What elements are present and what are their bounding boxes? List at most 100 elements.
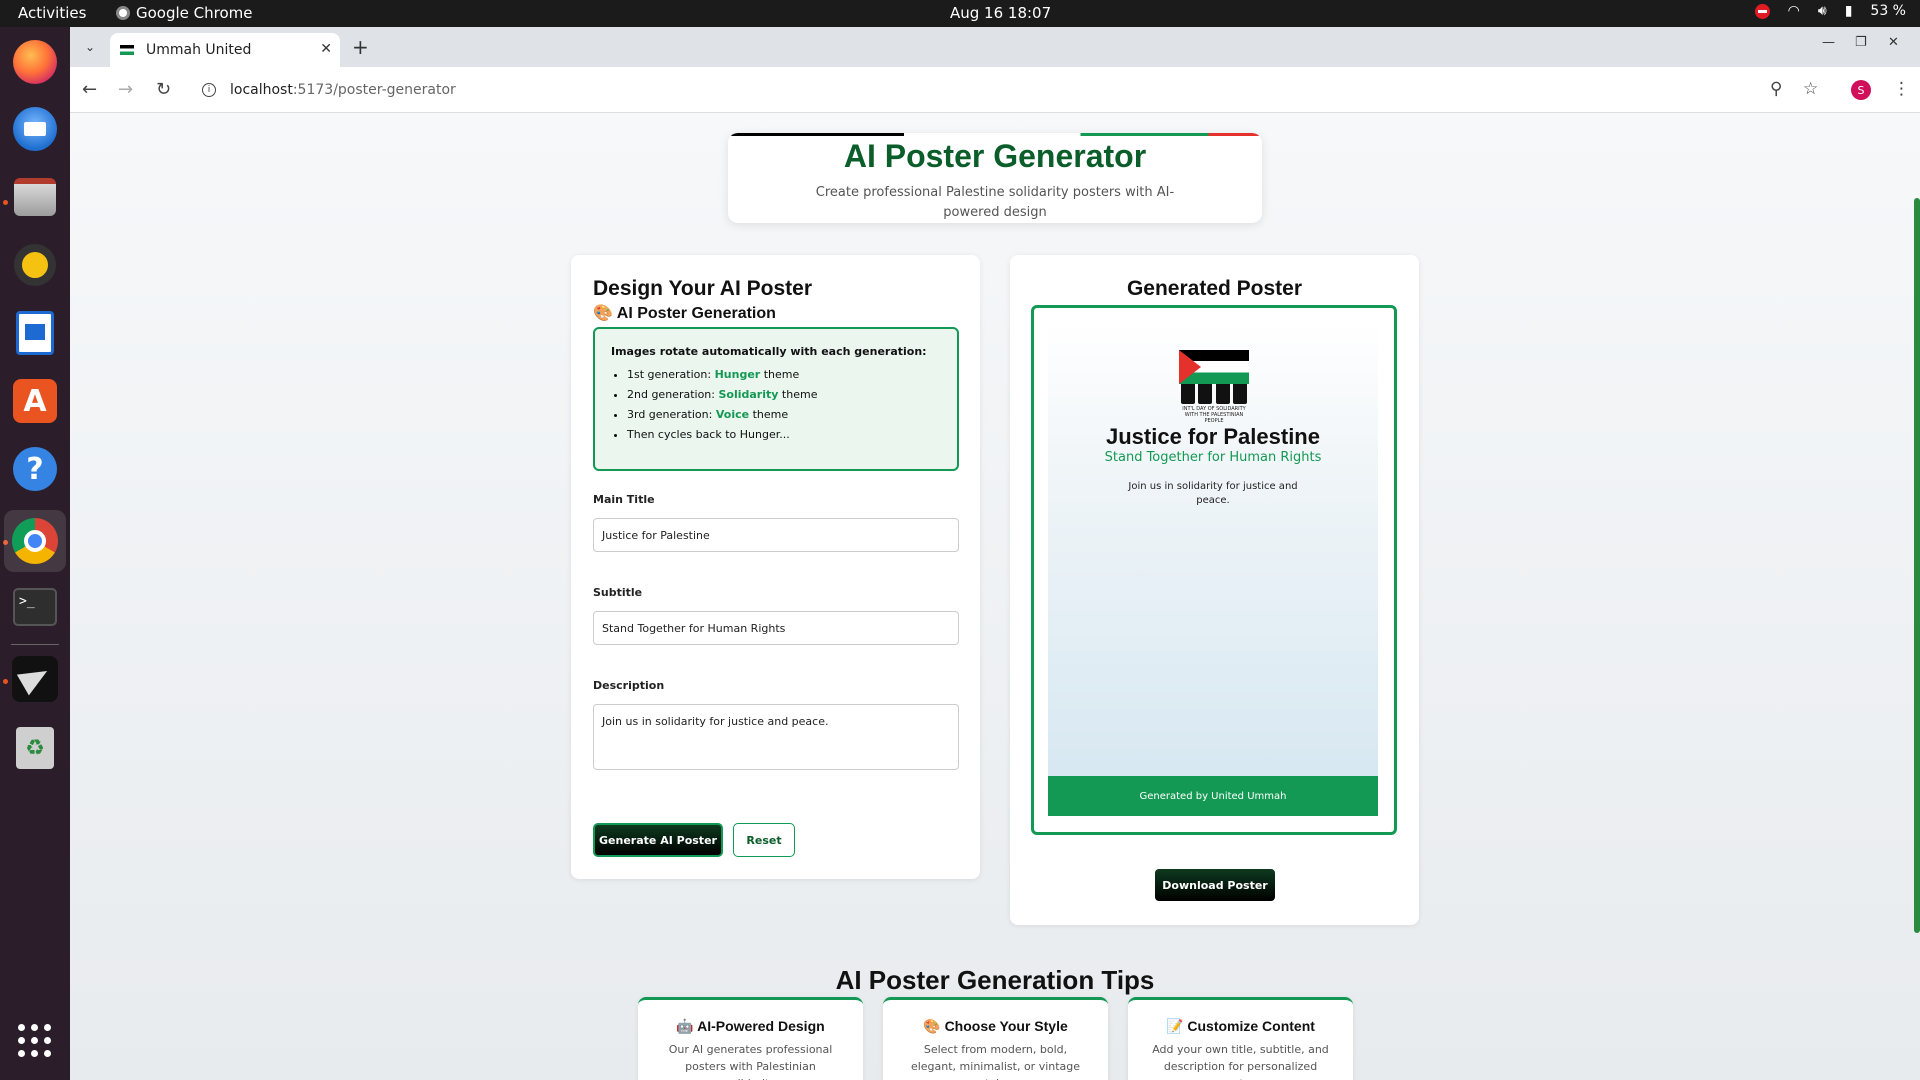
files-icon — [14, 178, 56, 216]
dock-trash[interactable]: ♻ — [11, 724, 59, 772]
dock: A ? >_ ♻ — [0, 27, 70, 1080]
maximize-button[interactable]: ❐ — [1855, 35, 1867, 50]
solidarity-image: INT'L DAY OF SOLIDARITY WITH THE PALESTI… — [1179, 350, 1249, 424]
subtitle-input[interactable]: Stand Together for Human Rights — [593, 611, 959, 645]
form-actions: Generate AI Poster Reset — [593, 823, 795, 857]
menu-icon[interactable]: ⋮ — [1893, 79, 1910, 99]
tip-text: Select from modern, bold, elegant, minim… — [910, 1043, 1081, 1080]
header-card: AI Poster Generator Create professional … — [728, 133, 1262, 223]
browser-toolbar: ← → ↻ i localhost:5173/poster-generator … — [70, 67, 1920, 113]
poster-preview: INT'L DAY OF SOLIDARITY WITH THE PALESTI… — [1048, 322, 1378, 816]
app-name: Google Chrome — [136, 4, 253, 22]
tip-heading: 🤖 AI-Powered Design — [676, 1018, 825, 1034]
description-textarea[interactable]: Join us in solidarity for justice and pe… — [593, 704, 959, 770]
running-indicator — [3, 679, 8, 684]
form-subheading: 🎨 AI Poster Generation — [593, 305, 776, 322]
flag-stripe — [728, 133, 1262, 136]
thunderbird-icon — [13, 107, 57, 151]
app-menu[interactable]: Google Chrome — [116, 4, 253, 22]
image-caption: INT'L DAY OF SOLIDARITY WITH THE PALESTI… — [1182, 406, 1246, 424]
do-not-disturb-icon — [1754, 3, 1770, 19]
list-item: 1st generation: Hunger theme — [627, 368, 941, 381]
tip-card: 🤖 AI-Powered Design Our AI generates pro… — [638, 997, 863, 1080]
description-label: Description — [593, 679, 665, 692]
rhythmbox-icon — [14, 244, 56, 286]
running-indicator — [3, 200, 8, 205]
wifi-icon: ◠ — [1787, 3, 1800, 19]
page-scrollbar[interactable] — [1914, 198, 1920, 933]
list-item: Then cycles back to Hunger... — [627, 428, 941, 441]
bookmark-star-icon[interactable]: ☆ — [1803, 79, 1818, 99]
dock-deploy[interactable] — [11, 655, 59, 703]
address-bar[interactable]: i localhost:5173/poster-generator — [188, 73, 1848, 107]
activities-button[interactable]: Activities — [18, 4, 86, 22]
list-item: 3rd generation: Voice theme — [627, 408, 941, 421]
tab-ummah-united[interactable]: Ummah United ✕ — [110, 33, 340, 67]
dock-thunderbird[interactable] — [11, 105, 59, 153]
tip-text: Add your own title, subtitle, and descri… — [1152, 1043, 1329, 1080]
battery-level: 53 % — [1870, 3, 1906, 19]
list-item: 2nd generation: Solidarity theme — [627, 388, 941, 401]
reload-button[interactable]: ↻ — [156, 79, 171, 100]
poster-description: Join us in solidarity for justice and pe… — [1128, 481, 1298, 506]
rotation-info-box: Images rotate automatically with each ge… — [593, 327, 959, 471]
new-tab-button[interactable]: + — [352, 35, 369, 59]
tab-title: Ummah United — [146, 42, 252, 58]
generated-poster-card: Generated Poster INT'L DAY OF SOLIDARITY… — [1010, 255, 1419, 925]
dock-terminal[interactable]: >_ — [11, 583, 59, 631]
dock-app-center[interactable]: A — [11, 377, 59, 425]
deploy-icon — [12, 656, 58, 702]
dock-chrome[interactable] — [4, 510, 66, 572]
dock-help[interactable]: ? — [11, 445, 59, 493]
tab-strip: ⌄ Ummah United ✕ + — ❐ ✕ — [70, 27, 1920, 67]
tip-text: Our AI generates professional posters wi… — [668, 1043, 833, 1080]
poster-heading: Generated Poster — [1126, 277, 1303, 300]
minimize-button[interactable]: — — [1822, 35, 1835, 50]
page-content: AI Poster Generator Create professional … — [70, 113, 1920, 1080]
trash-icon: ♻ — [16, 727, 54, 769]
reset-button[interactable]: Reset — [733, 823, 795, 857]
dock-separator — [11, 644, 59, 645]
site-info-icon[interactable]: i — [202, 83, 216, 97]
main-title-label: Main Title — [593, 493, 655, 506]
system-tray[interactable]: ◠ 🔊︎ ▮ 53 % — [1754, 3, 1906, 19]
chrome-icon — [12, 518, 58, 564]
palestine-flag-icon — [1179, 350, 1249, 384]
firefox-icon — [13, 40, 57, 84]
generate-poster-button[interactable]: Generate AI Poster — [593, 823, 723, 857]
dock-files[interactable] — [11, 173, 59, 221]
battery-icon: ▮ — [1844, 3, 1853, 19]
download-poster-button[interactable]: Download Poster — [1155, 869, 1275, 901]
subtitle-label: Subtitle — [593, 586, 643, 599]
clock[interactable]: Aug 16 18:07 — [950, 4, 1051, 22]
help-icon: ? — [13, 447, 57, 491]
app-center-icon: A — [13, 379, 57, 423]
dock-writer[interactable] — [11, 309, 59, 357]
url-path: :5173/poster-generator — [292, 82, 456, 98]
page-title: AI Poster Generator — [843, 138, 1147, 174]
form-heading: Design Your AI Poster — [593, 277, 812, 300]
page-subtitle: Create professional Palestine solidarity… — [815, 185, 1175, 220]
url-host: localhost — [230, 82, 293, 98]
tab-search-dropdown[interactable]: ⌄ — [78, 35, 102, 59]
close-window-button[interactable]: ✕ — [1888, 35, 1899, 50]
tip-heading: 📝 Customize Content — [1166, 1018, 1315, 1034]
poster-frame: INT'L DAY OF SOLIDARITY WITH THE PALESTI… — [1031, 305, 1397, 835]
system-top-bar: Activities Google Chrome Aug 16 18:07 ◠ … — [0, 0, 1920, 27]
poster-title: Justice for Palestine — [1106, 424, 1320, 449]
zoom-icon[interactable]: ⚲ — [1770, 79, 1782, 99]
browser-window: ⌄ Ummah United ✕ + — ❐ ✕ ← → ↻ i localho… — [70, 27, 1920, 1080]
back-button[interactable]: ← — [82, 79, 97, 100]
writer-icon — [16, 311, 54, 355]
dock-rhythmbox[interactable] — [11, 241, 59, 289]
close-tab-icon[interactable]: ✕ — [320, 41, 332, 57]
terminal-icon: >_ — [13, 588, 57, 626]
forward-button[interactable]: → — [118, 79, 133, 100]
volume-icon: 🔊︎ — [1817, 3, 1827, 19]
show-apps-button[interactable] — [11, 1017, 59, 1065]
main-title-input[interactable]: Justice for Palestine — [593, 518, 959, 552]
app-grid-icon — [18, 1024, 52, 1058]
dock-firefox[interactable] — [11, 38, 59, 86]
tip-card: 📝 Customize Content Add your own title, … — [1128, 997, 1353, 1080]
profile-avatar[interactable]: S — [1851, 80, 1871, 100]
